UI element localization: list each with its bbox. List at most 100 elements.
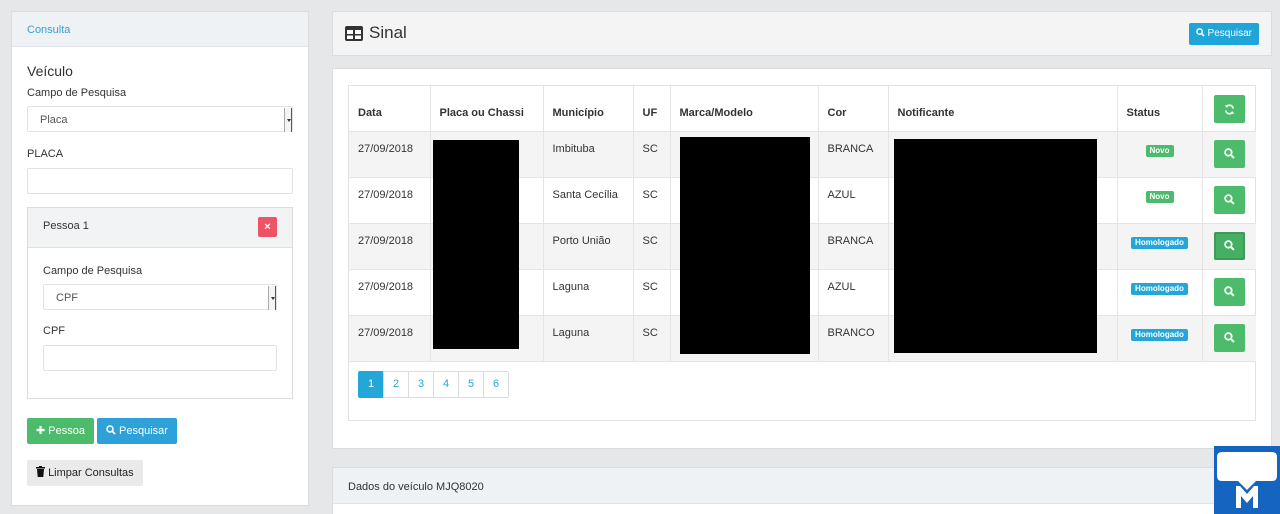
campo-pesquisa-label: Campo de Pesquisa — [27, 87, 127, 99]
search-icon — [1223, 194, 1235, 205]
sinal-header: Sinal Pesquisar — [332, 11, 1272, 56]
cell-cor: BRANCA — [818, 223, 889, 270]
table-header-row: Data Placa ou Chassi Município UF Marca/… — [349, 86, 1256, 132]
col-data[interactable]: Data — [349, 86, 431, 132]
consulta-panel: Consulta Veículo Campo de Pesquisa Placa… — [11, 11, 309, 506]
add-pessoa-button[interactable]: ✚ Pessoa — [27, 418, 94, 444]
page-link[interactable]: 5 — [458, 371, 484, 398]
chevron-down-icon — [284, 108, 292, 132]
limpar-consultas-button[interactable]: Limpar Consultas — [27, 460, 143, 486]
page-title-text: Sinal — [369, 23, 407, 42]
view-button[interactable] — [1213, 323, 1245, 352]
col-status[interactable]: Status — [1117, 86, 1203, 132]
cell-action — [1202, 177, 1256, 224]
cell-status: Novo — [1117, 177, 1203, 224]
cell-uf: SC — [633, 269, 671, 316]
redacted-notificante — [894, 139, 1097, 353]
refresh-icon — [1224, 104, 1234, 114]
close-icon: × — [264, 221, 271, 233]
refresh-button[interactable] — [1213, 95, 1245, 123]
cell-data: 27/09/2018 — [349, 315, 431, 362]
search-icon — [1223, 148, 1235, 159]
placa-label: PLACA — [27, 148, 64, 160]
page-link[interactable]: 1 — [358, 371, 384, 398]
status-badge: Homologado — [1131, 236, 1188, 249]
chat-icon — [1217, 452, 1277, 508]
cpf-input[interactable] — [43, 345, 277, 371]
results-table-box: Data Placa ou Chassi Município UF Marca/… — [348, 85, 1256, 421]
cell-data: 27/09/2018 — [349, 223, 431, 270]
col-notificante[interactable]: Notificante — [888, 86, 1118, 132]
status-badge: Novo — [1145, 144, 1174, 157]
campo-pesquisa-value: Placa — [40, 114, 68, 126]
view-button[interactable] — [1213, 185, 1245, 214]
col-actions — [1202, 86, 1256, 132]
page-link[interactable]: 4 — [433, 371, 459, 398]
veiculo-heading: Veículo — [27, 63, 73, 79]
cell-action — [1202, 223, 1256, 270]
chevron-down-icon — [268, 286, 276, 310]
view-button[interactable] — [1213, 139, 1245, 168]
status-badge: Homologado — [1131, 328, 1188, 341]
cell-action — [1202, 131, 1256, 178]
limpar-label: Limpar Consultas — [48, 467, 134, 479]
cell-cor: BRANCO — [818, 315, 889, 362]
page-link[interactable]: 3 — [408, 371, 434, 398]
search-icon — [1223, 332, 1235, 343]
cell-status: Homologado — [1117, 223, 1203, 270]
table-icon — [345, 25, 363, 41]
cell-municipio: Porto União — [543, 223, 634, 270]
page-link[interactable]: 2 — [383, 371, 409, 398]
placa-input[interactable] — [27, 168, 293, 194]
cell-cor: AZUL — [818, 177, 889, 224]
campo-pesquisa-select[interactable]: Placa — [27, 106, 293, 132]
status-badge: Novo — [1145, 190, 1174, 203]
col-placa[interactable]: Placa ou Chassi — [430, 86, 544, 132]
cell-municipio: Laguna — [543, 269, 634, 316]
consulta-header: Consulta — [12, 12, 308, 47]
cell-status: Novo — [1117, 131, 1203, 178]
redacted-placa — [433, 140, 519, 349]
search-icon — [1223, 286, 1235, 297]
cell-action — [1202, 269, 1256, 316]
add-pessoa-label: Pessoa — [48, 425, 85, 437]
cell-municipio: Imbituba — [543, 131, 634, 178]
cell-data: 27/09/2018 — [349, 177, 431, 224]
cell-action — [1202, 315, 1256, 362]
search-icon — [1195, 28, 1205, 37]
status-badge: Homologado — [1131, 282, 1188, 295]
plus-icon: ✚ — [36, 425, 46, 437]
page-link[interactable]: 6 — [483, 371, 509, 398]
page-title: Sinal — [345, 23, 407, 43]
search-icon — [1223, 240, 1235, 251]
trash-icon — [36, 466, 45, 477]
pesquisar-label: Pesquisar — [119, 425, 168, 437]
pessoa-campo-label: Campo de Pesquisa — [43, 265, 143, 277]
cell-municipio: Santa Cecília — [543, 177, 634, 224]
col-municipio[interactable]: Município — [543, 86, 634, 132]
pesquisar-button[interactable]: Pesquisar — [96, 418, 177, 444]
col-uf[interactable]: UF — [633, 86, 671, 132]
chat-widget[interactable] — [1214, 446, 1280, 514]
cell-data: 27/09/2018 — [349, 131, 431, 178]
col-cor[interactable]: Cor — [818, 86, 889, 132]
pessoa-title: Pessoa 1 — [43, 220, 89, 232]
vehicle-details-title: Dados do veículo MJQ8020 — [333, 468, 1271, 504]
search-icon — [106, 425, 116, 435]
view-button[interactable] — [1213, 277, 1245, 306]
cell-municipio: Laguna — [543, 315, 634, 362]
cell-status: Homologado — [1117, 269, 1203, 316]
header-pesquisar-button[interactable]: Pesquisar — [1188, 23, 1259, 45]
pessoa-box: Pessoa 1 × Campo de Pesquisa CPF CPF — [27, 207, 293, 399]
pagination: 1 2 3 4 5 6 — [358, 371, 509, 398]
remove-pessoa-button[interactable]: × — [258, 217, 277, 237]
cell-data: 27/09/2018 — [349, 269, 431, 316]
pessoa-campo-select[interactable]: CPF — [43, 284, 277, 310]
cell-uf: SC — [633, 223, 671, 270]
view-button[interactable] — [1213, 231, 1245, 260]
col-marca[interactable]: Marca/Modelo — [670, 86, 819, 132]
cell-uf: SC — [633, 177, 671, 224]
vehicle-details-panel: Dados do veículo MJQ8020 — [332, 467, 1272, 514]
pessoa-campo-value: CPF — [56, 292, 78, 304]
header-pesquisar-label: Pesquisar — [1207, 28, 1252, 39]
